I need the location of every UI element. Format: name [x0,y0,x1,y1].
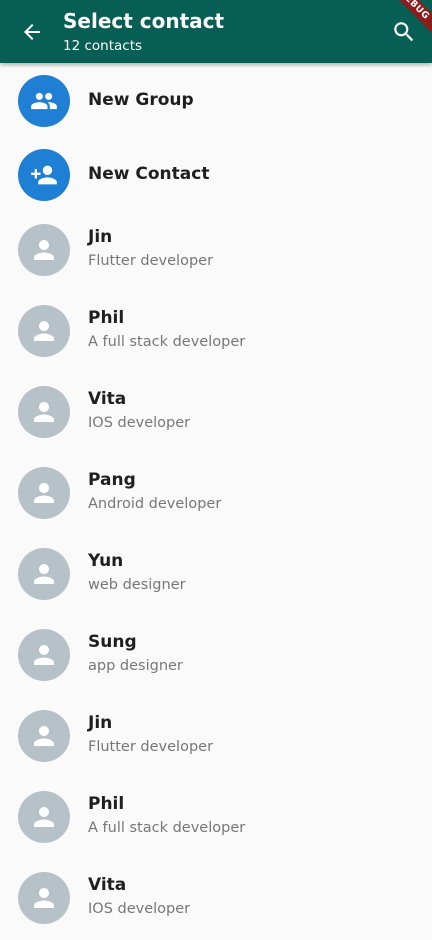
contact-item[interactable]: Phil A full stack developer [0,292,432,373]
contact-status: app designer [88,658,183,674]
avatar [18,872,70,924]
person-icon [29,721,59,751]
person-icon [29,883,59,913]
contact-item[interactable]: Yun web designer [0,535,432,616]
search-icon [391,19,417,45]
avatar [18,386,70,438]
contact-status: IOS developer [88,415,191,431]
contact-list: New Group New Contact Jin Flutter develo… [0,63,432,940]
avatar [18,791,70,843]
contact-status: web designer [88,577,186,593]
new-contact-avatar [18,149,70,201]
person-add-icon [30,161,58,189]
contact-status: Flutter developer [88,253,214,269]
contact-name: Phil [88,794,125,814]
new-group-label: New Group [88,90,194,110]
new-group-avatar [18,75,70,127]
person-icon [29,316,59,346]
avatar [18,548,70,600]
arrow-back-icon [20,20,44,44]
contact-item[interactable]: Phil A full stack developer [0,778,432,859]
person-icon [29,559,59,589]
person-icon [29,235,59,265]
avatar [18,629,70,681]
back-button[interactable] [14,14,50,50]
contact-item[interactable]: Vita IOS developer [0,859,432,940]
contact-status: A full stack developer [88,334,246,350]
new-group-item[interactable]: New Group [0,63,432,137]
contact-item[interactable]: Sung app designer [0,616,432,697]
person-icon [29,397,59,427]
contact-status: IOS developer [88,901,191,917]
person-icon [29,640,59,670]
contact-name: Yun [88,551,124,571]
new-contact-label: New Contact [88,164,210,184]
contact-item[interactable]: Jin Flutter developer [0,697,432,778]
contact-name: Sung [88,632,137,652]
contact-name: Pang [88,470,136,490]
group-icon [30,87,58,115]
contact-status: Android developer [88,496,222,512]
avatar [18,710,70,762]
avatar [18,224,70,276]
avatar [18,305,70,357]
page-title: Select contact [63,9,225,33]
contact-item[interactable]: Pang Android developer [0,454,432,535]
app-bar: Select contact 12 contacts DEBUG [0,0,432,63]
contact-item[interactable]: Vita IOS developer [0,373,432,454]
contact-name: Vita [88,875,127,895]
contact-status: A full stack developer [88,820,246,836]
title-block: Select contact 12 contacts [63,7,224,56]
person-icon [29,802,59,832]
person-icon [29,478,59,508]
contact-name: Vita [88,389,127,409]
contact-name: Phil [88,308,125,328]
contact-name: Jin [88,227,113,247]
contact-name: Jin [88,713,113,733]
contact-item[interactable]: Jin Flutter developer [0,211,432,292]
avatar [18,467,70,519]
contact-status: Flutter developer [88,739,214,755]
new-contact-item[interactable]: New Contact [0,137,432,211]
contact-count: 12 contacts [63,38,143,54]
